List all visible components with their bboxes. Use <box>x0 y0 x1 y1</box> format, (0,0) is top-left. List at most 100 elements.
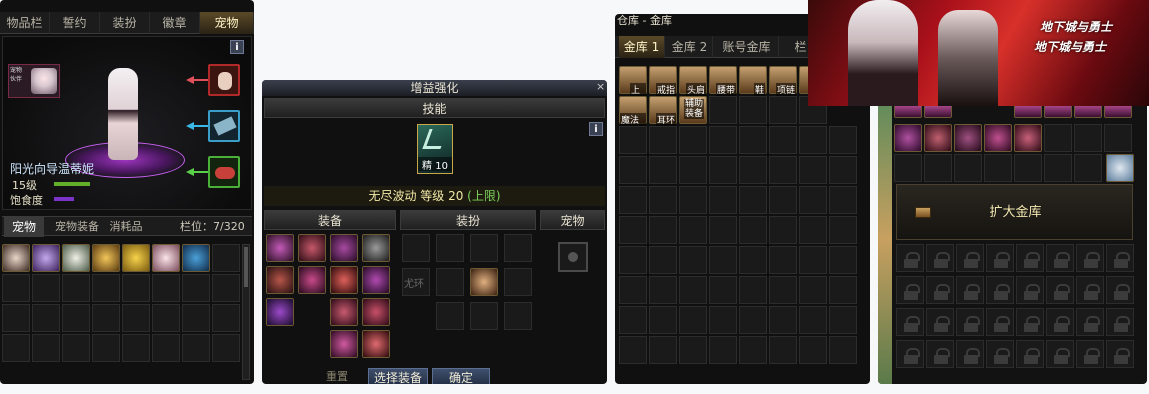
avatar-slot-empty[interactable] <box>470 234 498 262</box>
vault-slot-empty[interactable] <box>799 216 827 244</box>
subtab-pet[interactable]: 宠物 <box>4 217 44 237</box>
vault-slot-empty[interactable] <box>679 246 707 274</box>
pet-equip-slot-1[interactable] <box>208 64 240 96</box>
vault-slot-empty[interactable] <box>799 306 827 334</box>
vault-slot-empty[interactable] <box>619 246 647 274</box>
pet-slot-empty[interactable] <box>212 334 240 362</box>
vault-slot-empty[interactable] <box>679 306 707 334</box>
avatar-item-equipped[interactable] <box>470 268 498 296</box>
vault-extra-item[interactable] <box>894 104 922 118</box>
pet-slot-empty[interactable] <box>122 274 150 302</box>
vault-slot-empty[interactable] <box>739 216 767 244</box>
vault-slot-empty[interactable] <box>679 216 707 244</box>
avatar-slot-empty[interactable] <box>504 302 532 330</box>
vault-slot-empty[interactable] <box>649 246 677 274</box>
vault-extra-slot-empty[interactable] <box>924 154 952 182</box>
select-equipment-button[interactable]: 选择装备 <box>368 368 428 384</box>
vault-slot-empty[interactable] <box>679 336 707 364</box>
tab-inventory[interactable]: 物品栏 <box>0 12 50 34</box>
vault-extra-slot-empty[interactable] <box>1014 154 1042 182</box>
vault-slot-empty[interactable] <box>799 156 827 184</box>
pet-item-6[interactable] <box>152 244 180 272</box>
pet-slot-empty[interactable] <box>182 274 210 302</box>
vault-extra-slot-empty[interactable] <box>894 154 922 182</box>
expand-vault-button[interactable]: 扩大金库 <box>896 184 1133 240</box>
tab-oath[interactable]: 誓约 <box>50 12 100 34</box>
vault-slot-empty[interactable] <box>739 156 767 184</box>
pet-slot-empty[interactable] <box>182 304 210 332</box>
vault-slot-empty[interactable] <box>709 186 737 214</box>
equip-item-helmet[interactable] <box>362 234 390 262</box>
tab-account-vault[interactable]: 账号金库 <box>715 36 779 58</box>
vault-slot-empty[interactable] <box>649 216 677 244</box>
vault-slot-empty[interactable] <box>739 306 767 334</box>
vault-extra-slot-empty[interactable] <box>1044 154 1072 182</box>
vault-extra-item[interactable] <box>924 124 952 152</box>
equip-item-bracelet[interactable] <box>330 330 358 358</box>
vault-item-ring[interactable]: 戒指 <box>649 66 677 96</box>
vault-slot-empty[interactable] <box>829 306 857 334</box>
vault-slot-empty[interactable] <box>739 246 767 274</box>
vault-slot-empty[interactable] <box>709 156 737 184</box>
vault-extra-item[interactable] <box>1014 124 1042 152</box>
pet-equip-slot-2[interactable] <box>208 110 240 142</box>
pet-slot-empty[interactable] <box>182 334 210 362</box>
equip-item-head[interactable] <box>266 234 294 262</box>
pet-item-2[interactable] <box>32 244 60 272</box>
avatar-slot-empty[interactable] <box>470 302 498 330</box>
equip-item-necklace[interactable] <box>362 298 390 326</box>
avatar-slot-empty[interactable] <box>436 268 464 296</box>
pet-item-1[interactable] <box>2 244 30 272</box>
info-icon[interactable]: i <box>589 122 603 136</box>
avatar-slot-empty[interactable] <box>436 234 464 262</box>
pet-item-4[interactable] <box>92 244 120 272</box>
equip-item-earring[interactable] <box>362 330 390 358</box>
vault-extra-item[interactable] <box>1014 104 1042 118</box>
tab-avatar[interactable]: 装扮 <box>100 12 150 34</box>
vault-slot-empty[interactable] <box>769 186 797 214</box>
equip-item-chest[interactable] <box>298 234 326 262</box>
subtab-consumables[interactable]: 消耗品 <box>106 217 146 237</box>
vault-slot-empty[interactable] <box>739 96 767 124</box>
vault-slot-empty[interactable] <box>769 246 797 274</box>
vault-extra-item[interactable] <box>954 124 982 152</box>
pet-item-7[interactable] <box>182 244 210 272</box>
vault-slot-empty[interactable] <box>769 96 797 124</box>
pet-slot-empty[interactable] <box>62 304 90 332</box>
pet-slot-empty[interactable] <box>2 334 30 362</box>
vault-item-shoes[interactable]: 鞋 <box>739 66 767 96</box>
tab-vault-2[interactable]: 金库 2 <box>667 36 713 58</box>
vault-slot-empty[interactable] <box>769 336 797 364</box>
tab-pet[interactable]: 宠物 <box>200 12 254 34</box>
equip-item-belt[interactable] <box>298 266 326 294</box>
vault-slot-empty[interactable] <box>829 186 857 214</box>
vault-slot-empty[interactable] <box>769 126 797 154</box>
pet-item-5[interactable] <box>122 244 150 272</box>
vault-slot-empty[interactable] <box>649 306 677 334</box>
vault-slot-empty[interactable] <box>649 126 677 154</box>
pet-slot-empty[interactable] <box>152 304 180 332</box>
tab-emblem[interactable]: 徽章 <box>150 12 200 34</box>
pet-slot-empty[interactable] <box>32 274 60 302</box>
vault-slot-empty[interactable] <box>679 126 707 154</box>
pet-equip-slot-3[interactable] <box>208 156 240 188</box>
pet-slot-empty[interactable] <box>92 334 120 362</box>
confirm-button[interactable]: 确定 <box>432 368 490 384</box>
avatar-slot-empty[interactable] <box>504 268 532 296</box>
vault-slot-empty[interactable] <box>829 126 857 154</box>
pet-slot-empty[interactable] <box>32 304 60 332</box>
info-icon[interactable]: i <box>230 40 244 54</box>
vault-item-earring[interactable]: 耳环 <box>649 96 677 126</box>
equip-item-shoulder[interactable] <box>330 234 358 262</box>
pet-slot-empty[interactable] <box>2 274 30 302</box>
avatar-slot-empty[interactable] <box>436 302 464 330</box>
pet-slot-empty[interactable] <box>122 304 150 332</box>
vault-slot-empty[interactable] <box>799 336 827 364</box>
vault-slot-empty[interactable] <box>649 276 677 304</box>
pet-slot-empty[interactable] <box>62 274 90 302</box>
vault-extra-slot-empty[interactable] <box>954 154 982 182</box>
vault-item-belt[interactable]: 腰带 <box>709 66 737 96</box>
vault-item-top[interactable]: 上衣 <box>619 66 647 109</box>
vault-slot-empty[interactable] <box>619 156 647 184</box>
vault-item-support[interactable]: 辅助 装备 <box>679 96 707 124</box>
